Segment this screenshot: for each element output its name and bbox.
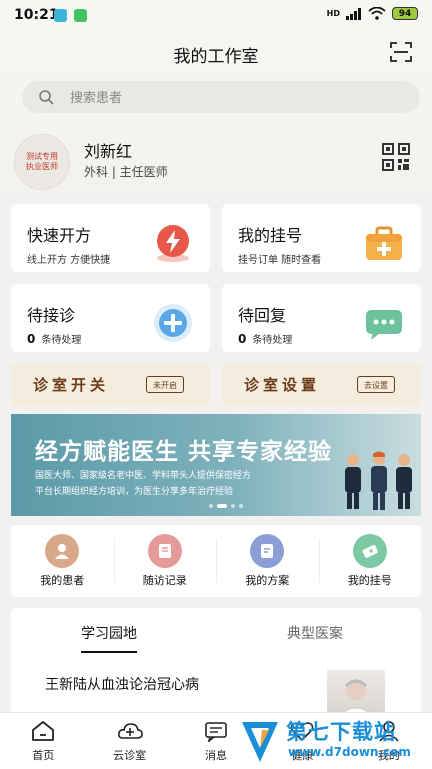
site-watermark: 第七下载站 www.d7down.com [238,716,428,766]
telegram-icon [54,9,67,22]
tab-typical-cases[interactable]: 典型医案 [287,623,343,643]
medical-kit-icon [366,226,402,260]
nav-label: 云诊室 [113,749,147,762]
banner-line1: 国医大师、国家级名老中医、学科带头人提供保密经方 [35,471,252,481]
document-icon [250,534,285,568]
banner-line2: 平台长期组织经方培训，为医生分享多年治疗经验 [35,487,234,497]
lightning-icon [157,225,189,262]
tab-study-garden[interactable]: 学习园地 [81,623,137,653]
pending-reply-card[interactable]: 待回复 0 条待处理 [222,284,421,352]
search-icon [39,90,54,105]
qr-code-icon[interactable] [382,143,410,171]
watermark-text: 第七下载站 [286,720,396,744]
my-registration-title: 我的挂号 [238,226,303,245]
wifi-icon [368,7,386,20]
search-input[interactable] [68,81,402,115]
banner-dot [209,504,213,508]
quick-nav-label: 我的挂号 [347,574,392,587]
article-thumbnail[interactable] [327,670,385,719]
clinic-settings-title: 诊室设置 [244,376,321,394]
nav-home[interactable]: 首页 [0,713,86,769]
nav-label: 首页 [32,749,55,762]
banner-dot [231,504,235,508]
quick-nav-label: 我的患者 [40,574,85,587]
quick-nav-my-patients[interactable]: 我的患者 [11,525,114,597]
clinic-switch-title: 诊室开关 [33,376,110,394]
chat-bubble-icon [366,310,402,340]
plus-icon [154,304,192,342]
clinic-settings-card[interactable]: 诊室设置 去设置 [222,364,421,406]
quick-prescription-subtitle: 线上开方 方便快捷 [27,255,111,266]
status-time: 10:21 [14,7,59,23]
pending-reply-title: 待回复 [238,306,287,325]
search-box[interactable] [22,81,420,115]
pending-visit-subtitle: 0 条待处理 [27,331,81,346]
status-bar: 10:21 HD 94 [0,0,432,32]
doctor-department: 外科 | 主任医师 [84,165,168,179]
scan-icon[interactable] [390,42,412,62]
signal-label: HD [326,9,340,18]
pending-visit-label: 条待处理 [41,335,82,346]
banner-pagination [209,504,243,508]
quick-nav-label: 随访记录 [142,574,187,587]
study-section: 学习园地 典型医案 王新陆从血浊论治冠心病 [11,608,421,719]
article-title[interactable]: 王新陆从血浊论治冠心病 [45,674,199,694]
quick-prescription-title: 快速开方 [27,226,92,245]
pending-visit-title: 待接诊 [27,306,76,325]
patient-icon [45,534,80,568]
wechat-icon [74,9,87,22]
message-icon [205,722,227,744]
quick-nav-my-plans[interactable]: 我的方案 [216,525,319,597]
avatar-stamp-line2: 执业医师 [26,162,58,171]
nav-cloud-clinic[interactable]: 云诊室 [86,713,172,769]
quick-nav-label: 我的方案 [245,574,290,587]
avatar[interactable]: 测试专用 执业医师 [14,134,70,190]
page-title: 我的工作室 [173,47,259,67]
my-registration-card[interactable]: 我的挂号 挂号订单 随时查看 [222,204,421,272]
cell-signal-icon [346,7,361,20]
quick-prescription-card[interactable]: 快速开方 线上开方 方便快捷 [11,204,210,272]
quick-nav: 我的患者 随访记录 我的方案 我的挂号 [11,525,421,597]
my-registration-subtitle: 挂号订单 随时查看 [238,255,322,266]
clinic-switch-button[interactable]: 未开启 [146,376,184,393]
notebook-icon [147,534,182,568]
cloud-clinic-icon [117,723,143,739]
quick-nav-my-registration[interactable]: 我的挂号 [318,525,422,597]
banner-title: 经方赋能医生 共享专家经验 [35,439,333,465]
watermark-logo-icon [242,722,278,762]
clinic-switch-card[interactable]: 诊室开关 未开启 [11,364,210,406]
banner-dot-active [217,504,227,508]
doctor-portrait-icon [335,679,377,719]
pending-reply-count: 0 [238,332,247,346]
clinic-settings-button[interactable]: 去设置 [357,376,395,393]
home-icon [32,721,55,741]
promo-banner[interactable]: 经方赋能医生 共享专家经验 国医大师、国家级名老中医、学科带头人提供保密经方 平… [11,414,421,516]
battery-icon: 94 [392,7,418,20]
doctor-name: 刘新红 [84,142,133,161]
status-right: HD 94 [327,7,418,20]
pending-visit-card[interactable]: 待接诊 0 条待处理 [11,284,210,352]
pending-reply-label: 条待处理 [252,335,293,346]
business-people-illustration [345,451,412,510]
avatar-stamp-line1: 测试专用 [26,152,58,161]
pending-visit-count: 0 [27,332,36,346]
ticket-icon [352,534,387,568]
banner-dot [239,504,243,508]
quick-nav-follow-up[interactable]: 随访记录 [113,525,217,597]
watermark-url: www.d7down.com [288,745,411,759]
pending-reply-subtitle: 0 条待处理 [238,331,292,346]
